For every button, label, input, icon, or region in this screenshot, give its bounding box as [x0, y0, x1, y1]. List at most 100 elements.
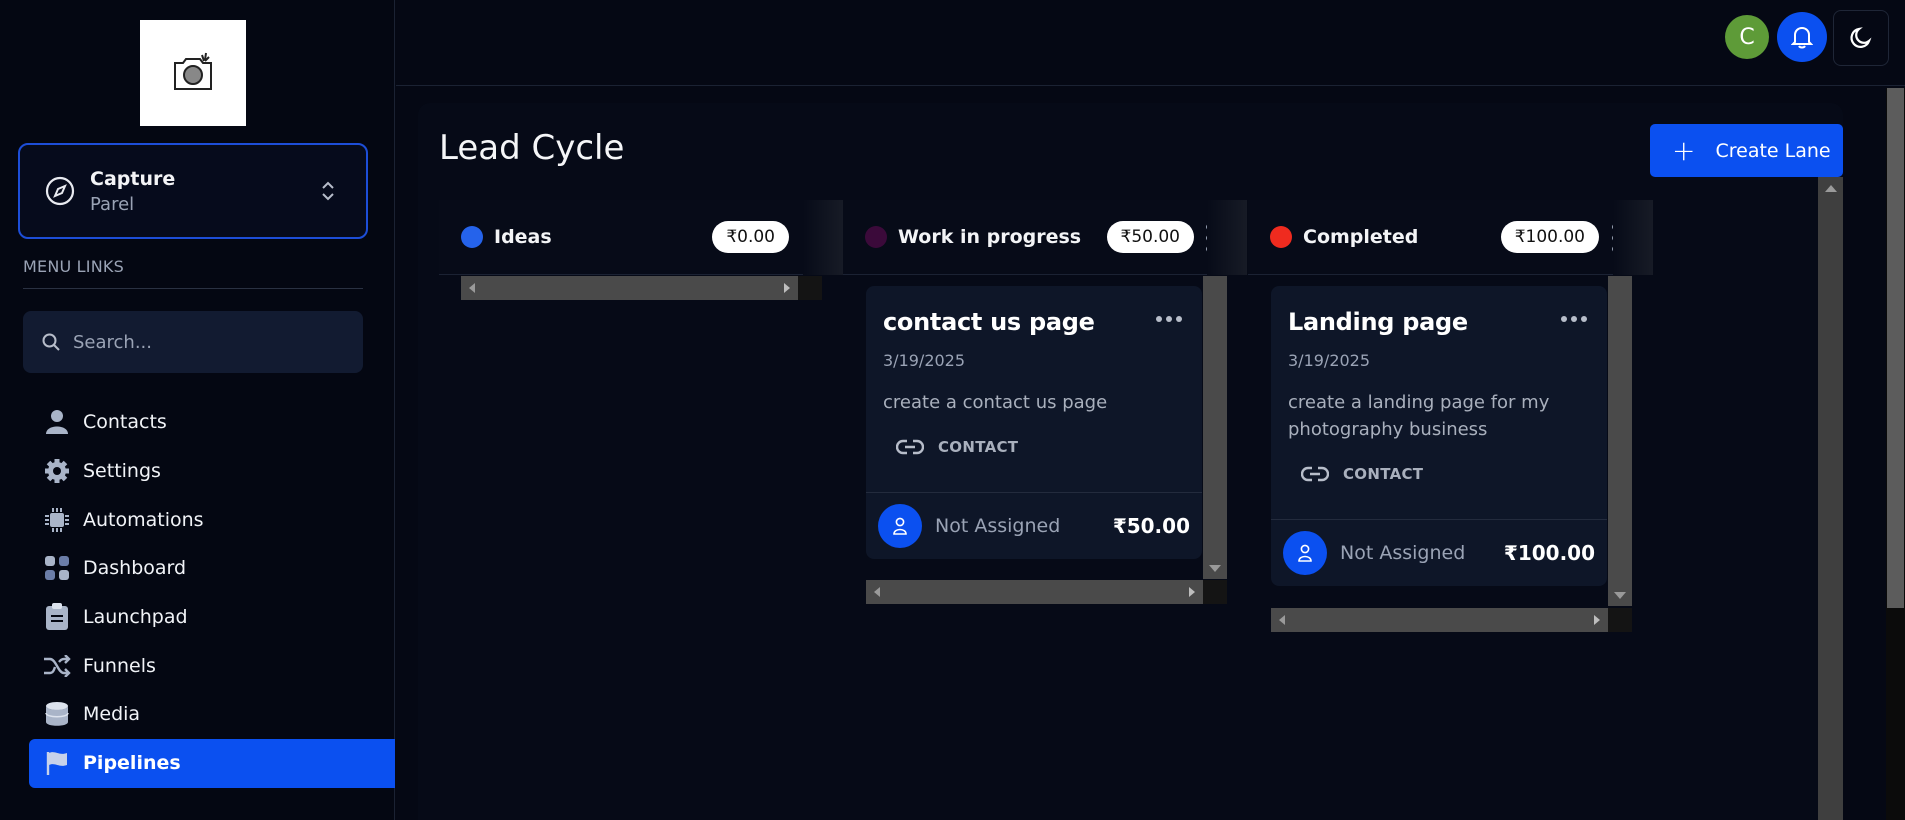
sidebar-item-label: Media [83, 703, 141, 726]
scrollbar-corner [1608, 608, 1632, 632]
lane-edge [1207, 200, 1247, 275]
sidebar-nav: Contacts Settings Automations Dashboard … [29, 398, 395, 788]
top-bar: C [396, 0, 1905, 86]
lead-card[interactable]: contact us page 3/19/2025 create a conta… [866, 286, 1202, 559]
user-icon [1298, 544, 1312, 562]
assignee-label: Not Assigned [935, 515, 1061, 537]
logo[interactable] [140, 20, 246, 126]
plus-icon: + [1672, 133, 1696, 167]
lane-vertical-scrollbar[interactable] [1608, 276, 1632, 606]
sidebar: Capture Parel MENU LINKS Contacts Settin… [0, 0, 395, 820]
sidebar-item-label: Contacts [83, 411, 167, 434]
clipboard-icon [43, 603, 71, 631]
assignee-avatar[interactable] [878, 504, 922, 548]
user-avatar[interactable]: C [1725, 15, 1769, 59]
lane-name: Ideas [494, 226, 552, 248]
sidebar-item-label: Launchpad [83, 606, 188, 629]
lane-horizontal-scrollbar[interactable] [461, 276, 798, 300]
sidebar-item-pipelines[interactable]: Pipelines [29, 738, 395, 788]
lane-edge [1613, 200, 1653, 275]
sidebar-item-contacts[interactable]: Contacts [29, 398, 395, 447]
lane-horizontal-scrollbar[interactable] [1271, 608, 1608, 632]
page-title: Lead Cycle [439, 128, 625, 168]
link-icon [896, 439, 924, 455]
card-amount: ₹50.00 [1112, 514, 1190, 538]
sidebar-item-media[interactable]: Media [29, 690, 395, 739]
moon-icon [1850, 27, 1872, 48]
card-date: 3/19/2025 [1288, 351, 1371, 370]
sidebar-item-launchpad[interactable]: Launchpad [29, 593, 395, 642]
card-description: create a landing page for my photography… [1288, 392, 1550, 440]
account-switcher[interactable]: Capture Parel [18, 143, 368, 239]
lane-amount-badge: ₹50.00 [1106, 221, 1194, 253]
sidebar-search [23, 311, 363, 373]
lane-vertical-scrollbar[interactable] [1203, 276, 1227, 579]
compass-icon [45, 176, 75, 206]
lane-horizontal-scrollbar[interactable] [866, 580, 1203, 604]
sidebar-item-settings[interactable]: Settings [29, 447, 395, 496]
create-lane-button[interactable]: + Create Lane [1650, 124, 1843, 177]
assignee-avatar[interactable] [1283, 531, 1327, 575]
account-name: Capture [90, 167, 176, 190]
notifications-button[interactable] [1777, 12, 1827, 62]
sidebar-item-label: Dashboard [83, 557, 187, 580]
divider [23, 288, 363, 289]
lane-edge [803, 200, 843, 275]
tag-label: CONTACT [938, 438, 1019, 456]
sidebar-item-dashboard[interactable]: Dashboard [29, 544, 395, 593]
search-icon [42, 333, 60, 351]
card-tag[interactable]: CONTACT [896, 438, 1018, 456]
create-lane-label: Create Lane [1715, 139, 1831, 162]
grid-icon [43, 554, 71, 582]
lane-color-dot [1270, 226, 1292, 248]
lane-color-dot [865, 226, 887, 248]
menu-links-label: MENU LINKS [23, 257, 124, 276]
card-title: Landing page [1288, 308, 1468, 336]
sidebar-item-label: Funnels [83, 654, 156, 677]
page-scrollbar-thumb[interactable] [1887, 88, 1904, 608]
card-description: create a contact us page [883, 392, 1108, 413]
scrollbar-corner [1203, 580, 1227, 604]
lane-header-completed: Completed ₹100.00 [1248, 200, 1653, 275]
card-footer: Not Assigned ₹100.00 [1271, 519, 1607, 586]
sidebar-item-automations[interactable]: Automations [29, 495, 395, 544]
card-title: contact us page [883, 308, 1095, 336]
lane-header-ideas: Ideas ₹0.00 [439, 200, 843, 275]
scroll-up-arrow[interactable] [1825, 185, 1837, 192]
sidebar-item-label: Pipelines [83, 752, 181, 775]
lane-amount-badge: ₹0.00 [712, 221, 789, 253]
assignee-label: Not Assigned [1340, 542, 1466, 564]
card-tag[interactable]: CONTACT [1301, 465, 1423, 483]
board-vertical-scrollbar[interactable] [1818, 177, 1843, 820]
user-icon [893, 517, 907, 535]
lane-header-work-in-progress: Work in progress ₹50.00 [843, 200, 1247, 275]
card-amount: ₹100.00 [1503, 541, 1595, 565]
lane-name: Work in progress [898, 226, 1082, 248]
theme-toggle-button[interactable] [1833, 10, 1889, 66]
card-menu-icon[interactable] [1561, 316, 1587, 322]
sidebar-item-label: Settings [83, 460, 161, 483]
flag-icon [43, 749, 71, 777]
lead-card[interactable]: Landing page 3/19/2025 create a landing … [1271, 286, 1607, 586]
sidebar-item-funnels[interactable]: Funnels [29, 641, 395, 690]
card-menu-icon[interactable] [1156, 316, 1182, 322]
account-location: Parel [90, 193, 135, 215]
page-scrollbar[interactable] [1886, 88, 1905, 820]
camera-logo-icon [174, 52, 212, 90]
lane-color-dot [461, 226, 483, 248]
chevron-up-down-icon [322, 181, 334, 201]
user-icon [43, 408, 71, 436]
lane-name: Completed [1303, 226, 1419, 248]
scrollbar-corner [798, 276, 822, 300]
bell-icon [1791, 26, 1813, 49]
link-icon [1301, 466, 1329, 482]
chip-icon [43, 506, 71, 534]
lane-amount-badge: ₹100.00 [1500, 221, 1599, 253]
card-footer: Not Assigned ₹50.00 [866, 492, 1202, 559]
shuffle-icon [43, 652, 71, 680]
database-icon [43, 700, 71, 728]
search-input[interactable] [73, 331, 353, 353]
sidebar-item-label: Automations [83, 508, 204, 531]
tag-label: CONTACT [1343, 465, 1424, 483]
gear-icon [43, 457, 71, 485]
